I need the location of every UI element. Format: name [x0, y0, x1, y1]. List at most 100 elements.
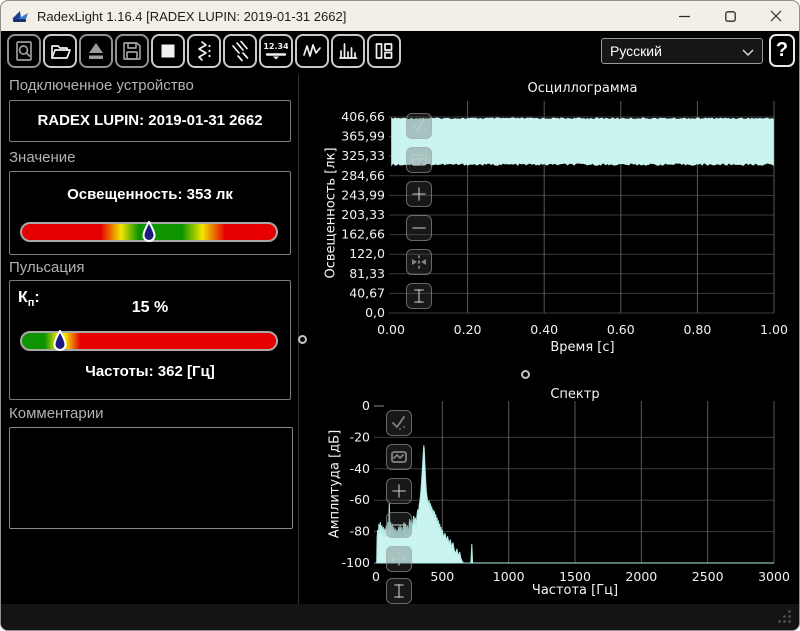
x-tick-label: 1.00 [760, 322, 788, 337]
x-tick-label: 500 [430, 569, 454, 584]
y-tick-label: 406,66 [341, 109, 385, 124]
fit-horizontal-icon [390, 550, 408, 568]
osc-fit-vertical-button[interactable] [406, 283, 432, 309]
open-folder-icon [49, 40, 71, 62]
y-tick-label: 284,66 [341, 168, 385, 183]
spectrum-xlabel: Частота [Гц] [376, 583, 774, 598]
detect-device-button[interactable] [7, 34, 41, 68]
checkmark-icon [390, 414, 408, 432]
pulsation-marker [53, 330, 67, 352]
oscillogram-plot[interactable]: 406,66365,99325,33284,66243,99203,33162,… [301, 71, 800, 381]
minus-icon [390, 516, 408, 534]
y-tick-label: -20 [350, 429, 370, 444]
checkmark-icon [410, 117, 428, 135]
window-title: RadexLight 1.16.4 [RADEX LUPIN: 2019-01-… [37, 9, 346, 24]
layout-view-button[interactable] [367, 34, 401, 68]
minus-icon [410, 219, 428, 237]
x-tick-label: 0.80 [683, 322, 711, 337]
close-button[interactable] [753, 1, 799, 31]
illuminance-scale-bar [20, 222, 278, 242]
spec-zoom-in-button[interactable] [386, 478, 412, 504]
y-tick-label: 40,67 [349, 285, 385, 300]
y-tick-label: -80 [350, 524, 370, 539]
comments-input[interactable] [9, 427, 293, 529]
help-button[interactable]: ? [769, 34, 795, 67]
save-file-button[interactable] [115, 34, 149, 68]
pulse-waveform-icon [193, 40, 215, 62]
eject-device-button[interactable] [79, 34, 113, 68]
stop-measurement-button[interactable] [151, 34, 185, 68]
y-tick-label: 0,0 [365, 305, 385, 320]
eject-icon [85, 40, 107, 62]
stop-square-icon [157, 40, 179, 62]
comments-section-header: Комментарии [9, 405, 103, 422]
x-tick-label: 2500 [692, 569, 724, 584]
fit-vertical-icon [410, 287, 428, 305]
frequency-reading: Частоты: 362 [Гц] [10, 363, 290, 380]
oscillogram-ylabel: Освещенность [лк] [324, 147, 339, 278]
light-rays-icon [229, 40, 251, 62]
y-tick-label: 203,33 [341, 207, 385, 222]
spectrum-ylabel: Амплитуда [дБ] [328, 430, 343, 538]
x-tick-label: 0.60 [607, 322, 635, 337]
language-value: Русский [610, 43, 662, 59]
device-name: RADEX LUPIN: 2019-01-31 2662 [10, 112, 290, 129]
osc-autoscale-button[interactable] [406, 113, 432, 139]
y-tick-label: -60 [350, 492, 370, 507]
spec-curve-mode-button[interactable] [386, 444, 412, 470]
numeric-display-button[interactable]: 12.34 [259, 34, 293, 68]
y-tick-label: -40 [350, 461, 370, 476]
spec-autoscale-button[interactable] [386, 410, 412, 436]
spec-fit-horizontal-button[interactable] [386, 546, 412, 572]
osc-zoom-out-button[interactable] [406, 215, 432, 241]
osc-curve-mode-button[interactable] [406, 147, 432, 173]
x-tick-label: 1000 [493, 569, 525, 584]
device-section-header: Подключенное устройство [9, 77, 194, 94]
oscillogram-icon [301, 40, 323, 62]
plus-icon [410, 185, 428, 203]
x-tick-label: 2000 [625, 569, 657, 584]
x-tick-label: 1500 [559, 569, 591, 584]
osc-zoom-in-button[interactable] [406, 181, 432, 207]
resize-grip[interactable] [777, 609, 792, 624]
titlebar: RadexLight 1.16.4 [RADEX LUPIN: 2019-01-… [1, 1, 799, 31]
illuminance-marker [142, 221, 156, 243]
toolbar: 12.34 Русский [1, 31, 799, 71]
x-tick-label: 0.20 [454, 322, 482, 337]
value-box: Освещенность: 353 лк [9, 171, 291, 255]
search-document-icon [13, 40, 35, 62]
oscillogram-band [392, 118, 774, 166]
y-tick-label: 0 [362, 398, 370, 413]
chevron-down-icon [742, 49, 754, 56]
pulsation-scale-bar [20, 331, 278, 351]
plus-icon [390, 482, 408, 500]
minimize-button[interactable] [661, 1, 707, 31]
osc-fit-horizontal-button[interactable] [406, 249, 432, 275]
maximize-button[interactable] [707, 1, 753, 31]
pulsation-section-header: Пульсация [9, 259, 84, 276]
y-tick-label: 325,33 [341, 148, 385, 163]
illuminance-view-button[interactable] [223, 34, 257, 68]
panels-layout-icon [373, 40, 395, 62]
pulsation-view-button[interactable] [187, 34, 221, 68]
kp-value: 15 % [10, 299, 290, 317]
fit-vertical-icon [390, 582, 408, 600]
value-section-header: Значение [9, 149, 76, 166]
floppy-save-icon [121, 40, 143, 62]
spectrum-plot[interactable]: 0-20-40-60-80-10005001000150020002500300… [301, 381, 800, 593]
spectrum-view-button[interactable] [331, 34, 365, 68]
pulsation-box: Кп: 15 % Частоты: 362 [Гц] [9, 280, 291, 400]
open-file-button[interactable] [43, 34, 77, 68]
illuminance-reading: Освещенность: 353 лк [10, 186, 290, 203]
spec-zoom-out-button[interactable] [386, 512, 412, 538]
device-box: RADEX LUPIN: 2019-01-31 2662 [9, 100, 291, 142]
app-icon [11, 7, 29, 25]
oscillogram-view-button[interactable] [295, 34, 329, 68]
spectrum-bars-icon [337, 40, 359, 62]
language-dropdown[interactable]: Русский [601, 38, 763, 64]
numeric-icon-text: 12.34 [264, 42, 288, 51]
numeric-readout-icon: 12.34 [264, 40, 288, 62]
wave-box-icon [390, 448, 408, 466]
x-tick-label: 3000 [758, 569, 790, 584]
spec-fit-vertical-button[interactable] [386, 578, 412, 604]
